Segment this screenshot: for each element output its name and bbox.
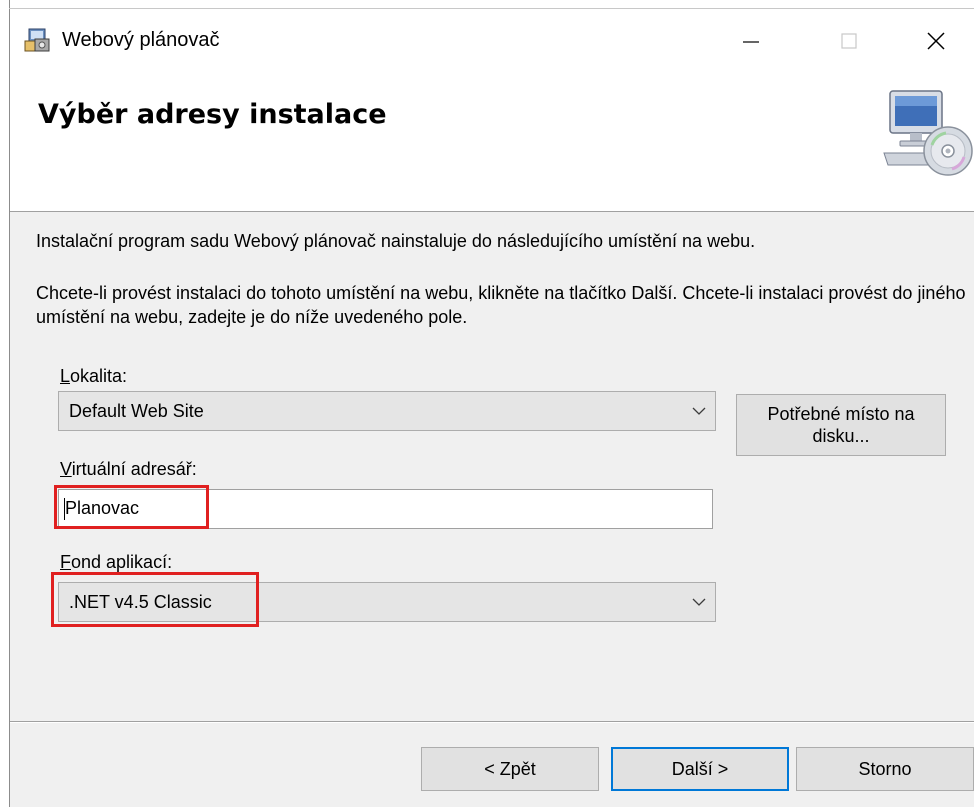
window-title: Webový plánovač xyxy=(62,29,220,51)
maximize-button xyxy=(826,19,872,63)
cancel-button[interactable]: Storno xyxy=(796,747,974,791)
page-title: Výběr adresy instalace xyxy=(38,99,387,130)
disk-space-button-line2: disku... xyxy=(812,426,870,446)
wizard-banner: Výběr adresy instalace xyxy=(10,73,974,212)
chevron-down-icon xyxy=(692,598,706,606)
app-pool-label-accesskey: F xyxy=(60,552,71,572)
minimize-button[interactable] xyxy=(728,19,774,63)
close-button[interactable] xyxy=(913,19,959,63)
site-label-accesskey: L xyxy=(60,366,71,386)
minimize-icon xyxy=(743,41,759,43)
disk-space-button[interactable]: Potřebné místo na disku... xyxy=(736,394,946,456)
back-button[interactable]: < Zpět xyxy=(421,747,599,791)
next-button[interactable]: Další > xyxy=(611,747,789,791)
site-label-text: okalita: xyxy=(70,366,128,386)
desktop-edge xyxy=(0,0,9,807)
disk-space-button-line1: Potřebné místo na xyxy=(767,404,915,424)
chevron-down-icon xyxy=(692,407,706,415)
intro-text: Instalační program sadu Webový plánovač … xyxy=(36,231,756,251)
site-label: Lokalita: xyxy=(60,366,127,387)
app-pool-select[interactable]: .NET v4.5 Classic xyxy=(58,582,716,622)
app-pool-label-text: ond aplikací: xyxy=(71,552,173,572)
installer-app-icon xyxy=(24,28,50,52)
app-pool-select-value: .NET v4.5 Classic xyxy=(69,591,212,612)
virtual-dir-label-text: irtuální adresář: xyxy=(71,459,197,479)
footer-divider-highlight xyxy=(10,722,974,723)
computer-cd-icon xyxy=(883,90,973,176)
virtual-dir-label-accesskey: V xyxy=(60,459,72,479)
app-pool-label: Fond aplikací: xyxy=(60,552,172,573)
installer-window: Webový plánovač Výběr adresy instalace I… xyxy=(10,9,974,807)
maximize-icon xyxy=(841,33,857,49)
virtual-dir-input-value: Planovac xyxy=(65,498,140,518)
virtual-dir-input[interactable]: Planovac xyxy=(58,489,713,529)
title-bar[interactable]: Webový plánovač xyxy=(10,9,974,73)
site-select-value: Default Web Site xyxy=(69,400,204,421)
site-select[interactable]: Default Web Site xyxy=(58,391,716,431)
instructions-text: Chcete-li provést instalaci do tohoto um… xyxy=(36,283,966,327)
close-icon xyxy=(927,32,945,50)
virtual-dir-label: Virtuální adresář: xyxy=(60,459,197,480)
